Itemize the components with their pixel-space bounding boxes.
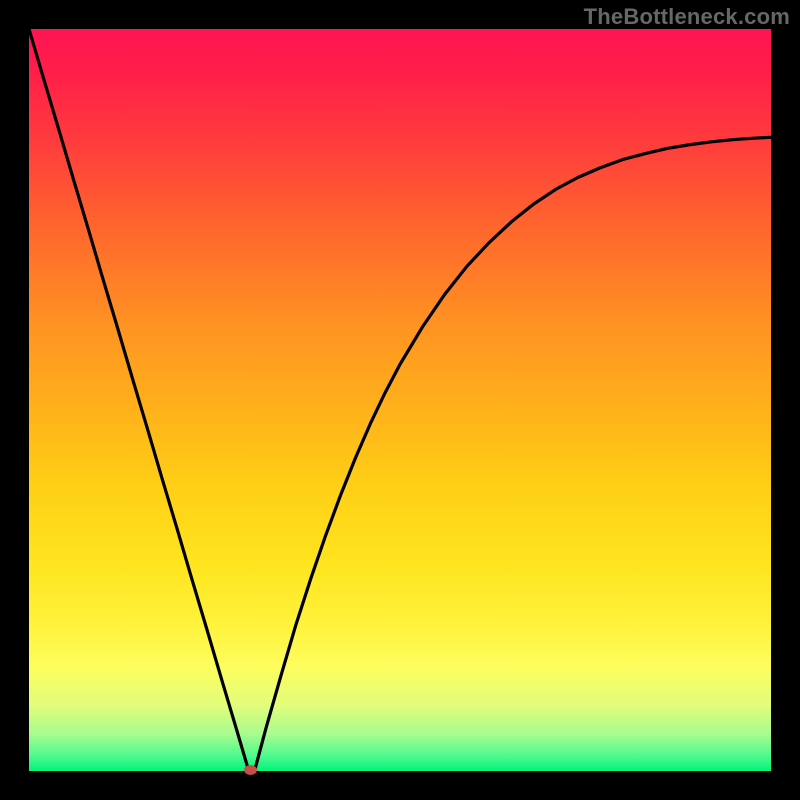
minimum-marker-icon	[244, 765, 257, 775]
curve-path	[29, 29, 771, 768]
watermark-text: TheBottleneck.com	[584, 4, 790, 30]
chart-frame: TheBottleneck.com	[0, 0, 800, 800]
bottleneck-curve	[29, 29, 771, 771]
